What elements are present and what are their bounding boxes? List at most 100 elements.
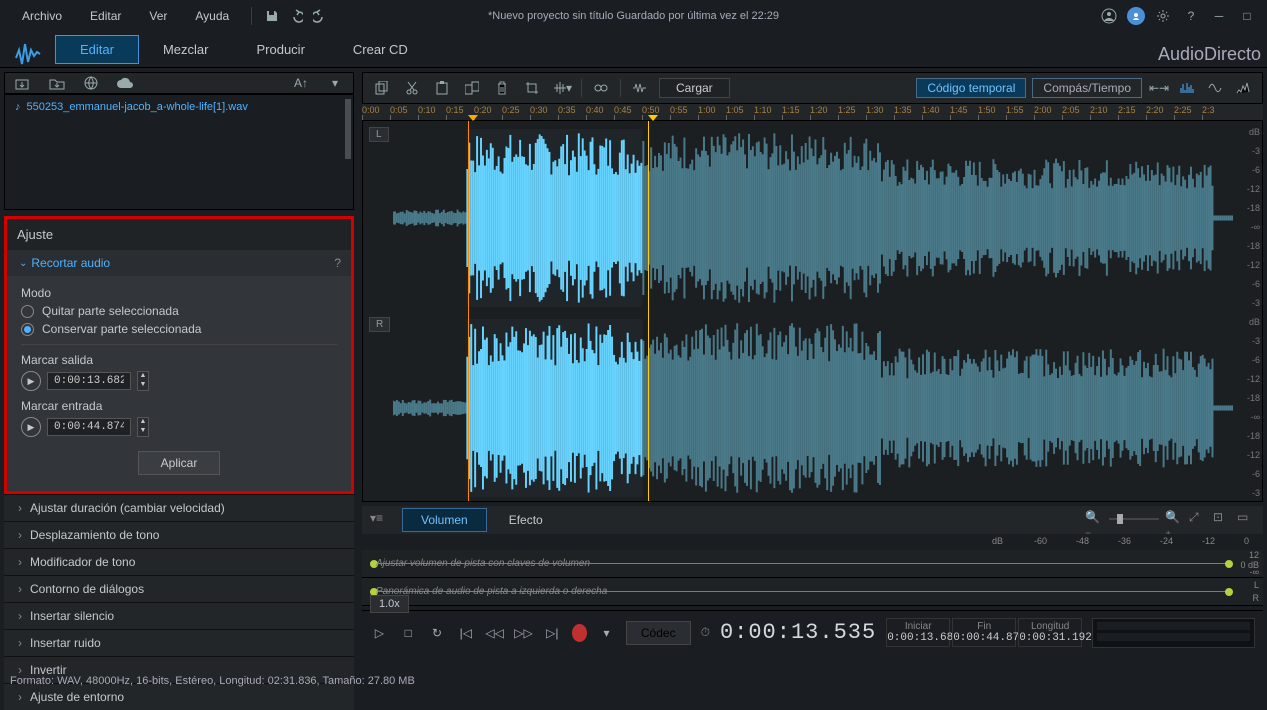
redo-icon[interactable] — [310, 6, 330, 26]
window-title: *Nuevo proyecto sin título Guardado por … — [488, 10, 779, 22]
out-timecode-input[interactable] — [47, 372, 131, 390]
menu-ayuda[interactable]: Ayuda — [183, 5, 241, 27]
tab-volumen[interactable]: Volumen — [402, 508, 487, 532]
meter-icon[interactable] — [1232, 77, 1254, 99]
tab-crear-cd[interactable]: Crear CD — [329, 36, 432, 63]
preview-out-button[interactable]: ▶ — [21, 371, 41, 391]
tab-mezclar[interactable]: Mezclar — [139, 36, 233, 63]
zoom-out-icon[interactable]: 🔍₋ — [1085, 510, 1103, 528]
copy-icon[interactable] — [371, 77, 393, 99]
import-file-icon[interactable] — [13, 73, 33, 93]
forward-button[interactable]: ▷▷ — [514, 622, 533, 644]
start-time-cell[interactable]: Iniciar0:00:13.682 — [886, 618, 950, 647]
zoom-sel-icon[interactable]: ▭ — [1237, 510, 1255, 528]
playhead-end[interactable] — [648, 121, 649, 501]
zoom-fit-icon[interactable]: ⊡ — [1213, 510, 1231, 528]
marker-in-icon[interactable] — [468, 115, 478, 121]
help-icon[interactable]: ? — [1181, 6, 1201, 26]
adj-ajuste-entorno[interactable]: Ajuste de entorno — [4, 683, 354, 710]
radio-conservar[interactable]: Conservar parte seleccionada — [21, 322, 337, 336]
delete-icon[interactable] — [491, 77, 513, 99]
waveform-icon[interactable] — [629, 77, 651, 99]
ajuste-panel: Ajuste ⌄ Recortar audio ? Modo Quitar pa… — [4, 216, 354, 494]
adj-ajustar-duracion[interactable]: Ajustar duración (cambiar velocidad) — [4, 494, 354, 521]
paste-icon[interactable] — [431, 77, 453, 99]
record-menu-icon[interactable]: ▾ — [597, 622, 616, 644]
zoom-slider[interactable] — [1109, 518, 1159, 520]
duplicate-icon[interactable] — [461, 77, 483, 99]
normalize-icon[interactable]: ▾ — [551, 77, 573, 99]
go-start-button[interactable]: |◁ — [456, 622, 475, 644]
snap-icon[interactable]: ⇤⇥ — [1148, 77, 1170, 99]
tab-editar[interactable]: Editar — [55, 35, 139, 64]
file-list[interactable]: ♪ 550253_emmanuel-jacob_a-whole-life[1].… — [4, 94, 354, 210]
help-icon[interactable]: ? — [334, 256, 341, 270]
waveform-area[interactable]: L R dB-3-6-12-18-∞-18-12-6-3 dB-3-6-12-1… — [362, 120, 1263, 502]
adj-desplazamiento-tono[interactable]: Desplazamiento de tono — [4, 521, 354, 548]
adj-insertar-silencio[interactable]: Insertar silencio — [4, 602, 354, 629]
library-toolbar: A↑ ▾ — [4, 72, 354, 94]
ajuste-title: Ajuste — [7, 219, 351, 250]
user-icon[interactable] — [1099, 6, 1119, 26]
rewind-button[interactable]: ◁◁ — [485, 622, 504, 644]
in-timecode-input[interactable] — [47, 418, 131, 436]
radio-quitar[interactable]: Quitar parte seleccionada — [21, 304, 337, 318]
music-note-icon: ♪ — [15, 101, 21, 113]
effects-icon[interactable] — [590, 77, 612, 99]
playhead-start[interactable] — [468, 121, 469, 501]
compas-tiempo-button[interactable]: Compás/Tiempo — [1032, 78, 1142, 98]
loop-button[interactable]: ↻ — [428, 622, 447, 644]
undo-icon[interactable] — [286, 6, 306, 26]
gear-icon[interactable] — [1153, 6, 1173, 26]
codec-button[interactable]: Códec — [626, 621, 691, 645]
import-folder-icon[interactable] — [47, 73, 67, 93]
adj-insertar-ruido[interactable]: Insertar ruido — [4, 629, 354, 656]
stop-button[interactable]: □ — [399, 622, 418, 644]
out-spinner[interactable]: ▲▼ — [137, 371, 149, 391]
web-icon[interactable] — [81, 73, 101, 93]
mode-tabs-bar: Editar Mezclar Producir Crear CD AudioDi… — [0, 32, 1267, 68]
minimize-icon[interactable]: ─ — [1209, 6, 1229, 26]
zoom-v-icon[interactable]: ⤢ — [1189, 510, 1207, 528]
cut-icon[interactable] — [401, 77, 423, 99]
cargar-button[interactable]: Cargar — [659, 78, 730, 98]
crop-icon[interactable] — [521, 77, 543, 99]
brand-label: AudioDirecto — [1158, 44, 1261, 65]
tab-efecto[interactable]: Efecto — [491, 509, 561, 531]
adj-modificador-tono[interactable]: Modificador de tono — [4, 548, 354, 575]
radio-icon[interactable] — [21, 305, 34, 318]
cloud-icon[interactable] — [115, 73, 135, 93]
save-icon[interactable] — [262, 6, 282, 26]
play-button[interactable]: ▷ — [370, 622, 389, 644]
recortar-audio-header[interactable]: ⌄ Recortar audio ? — [7, 250, 351, 276]
menu-archivo[interactable]: Archivo — [10, 5, 74, 27]
pan-envelope-track[interactable]: Panorámica de audio de pista a izquierda… — [362, 578, 1263, 606]
adj-contorno-dialogos[interactable]: Contorno de diálogos — [4, 575, 354, 602]
codigo-temporal-button[interactable]: Código temporal — [916, 78, 1026, 98]
scrollbar-thumb[interactable] — [345, 99, 351, 159]
wave-view-icon[interactable] — [1204, 77, 1226, 99]
chevron-down-icon[interactable]: ▾ — [325, 73, 345, 93]
zoom-in-icon[interactable]: 🔍₊ — [1165, 510, 1183, 528]
tab-producir[interactable]: Producir — [232, 36, 328, 63]
maximize-icon[interactable]: □ — [1237, 6, 1257, 26]
time-ruler[interactable]: 0:000:050:100:150:200:250:300:350:400:45… — [362, 104, 1263, 120]
menu-ver[interactable]: Ver — [137, 5, 179, 27]
record-button[interactable] — [572, 624, 587, 642]
sort-button[interactable]: A↑ — [291, 73, 311, 93]
file-item[interactable]: ♪ 550253_emmanuel-jacob_a-whole-life[1].… — [5, 95, 353, 119]
preview-in-button[interactable]: ▶ — [21, 417, 41, 437]
apply-button[interactable]: Aplicar — [138, 451, 221, 475]
spectrum-icon[interactable] — [1176, 77, 1198, 99]
end-time-cell[interactable]: Fin0:00:44.874 — [952, 618, 1016, 647]
go-end-button[interactable]: ▷| — [543, 622, 562, 644]
env-menu-icon[interactable]: ▾≡ — [370, 511, 388, 529]
menu-editar[interactable]: Editar — [78, 5, 133, 27]
notification-badge[interactable] — [1127, 7, 1145, 25]
speed-display[interactable]: 1.0x — [370, 595, 409, 613]
radio-icon[interactable] — [21, 323, 34, 336]
in-spinner[interactable]: ▲▼ — [137, 417, 149, 437]
marker-out-icon[interactable] — [648, 115, 658, 121]
length-time-cell[interactable]: Longitud0:00:31.192 — [1018, 618, 1082, 647]
volume-envelope-track[interactable]: Ajustar volumen de pista con claves de v… — [362, 550, 1263, 578]
